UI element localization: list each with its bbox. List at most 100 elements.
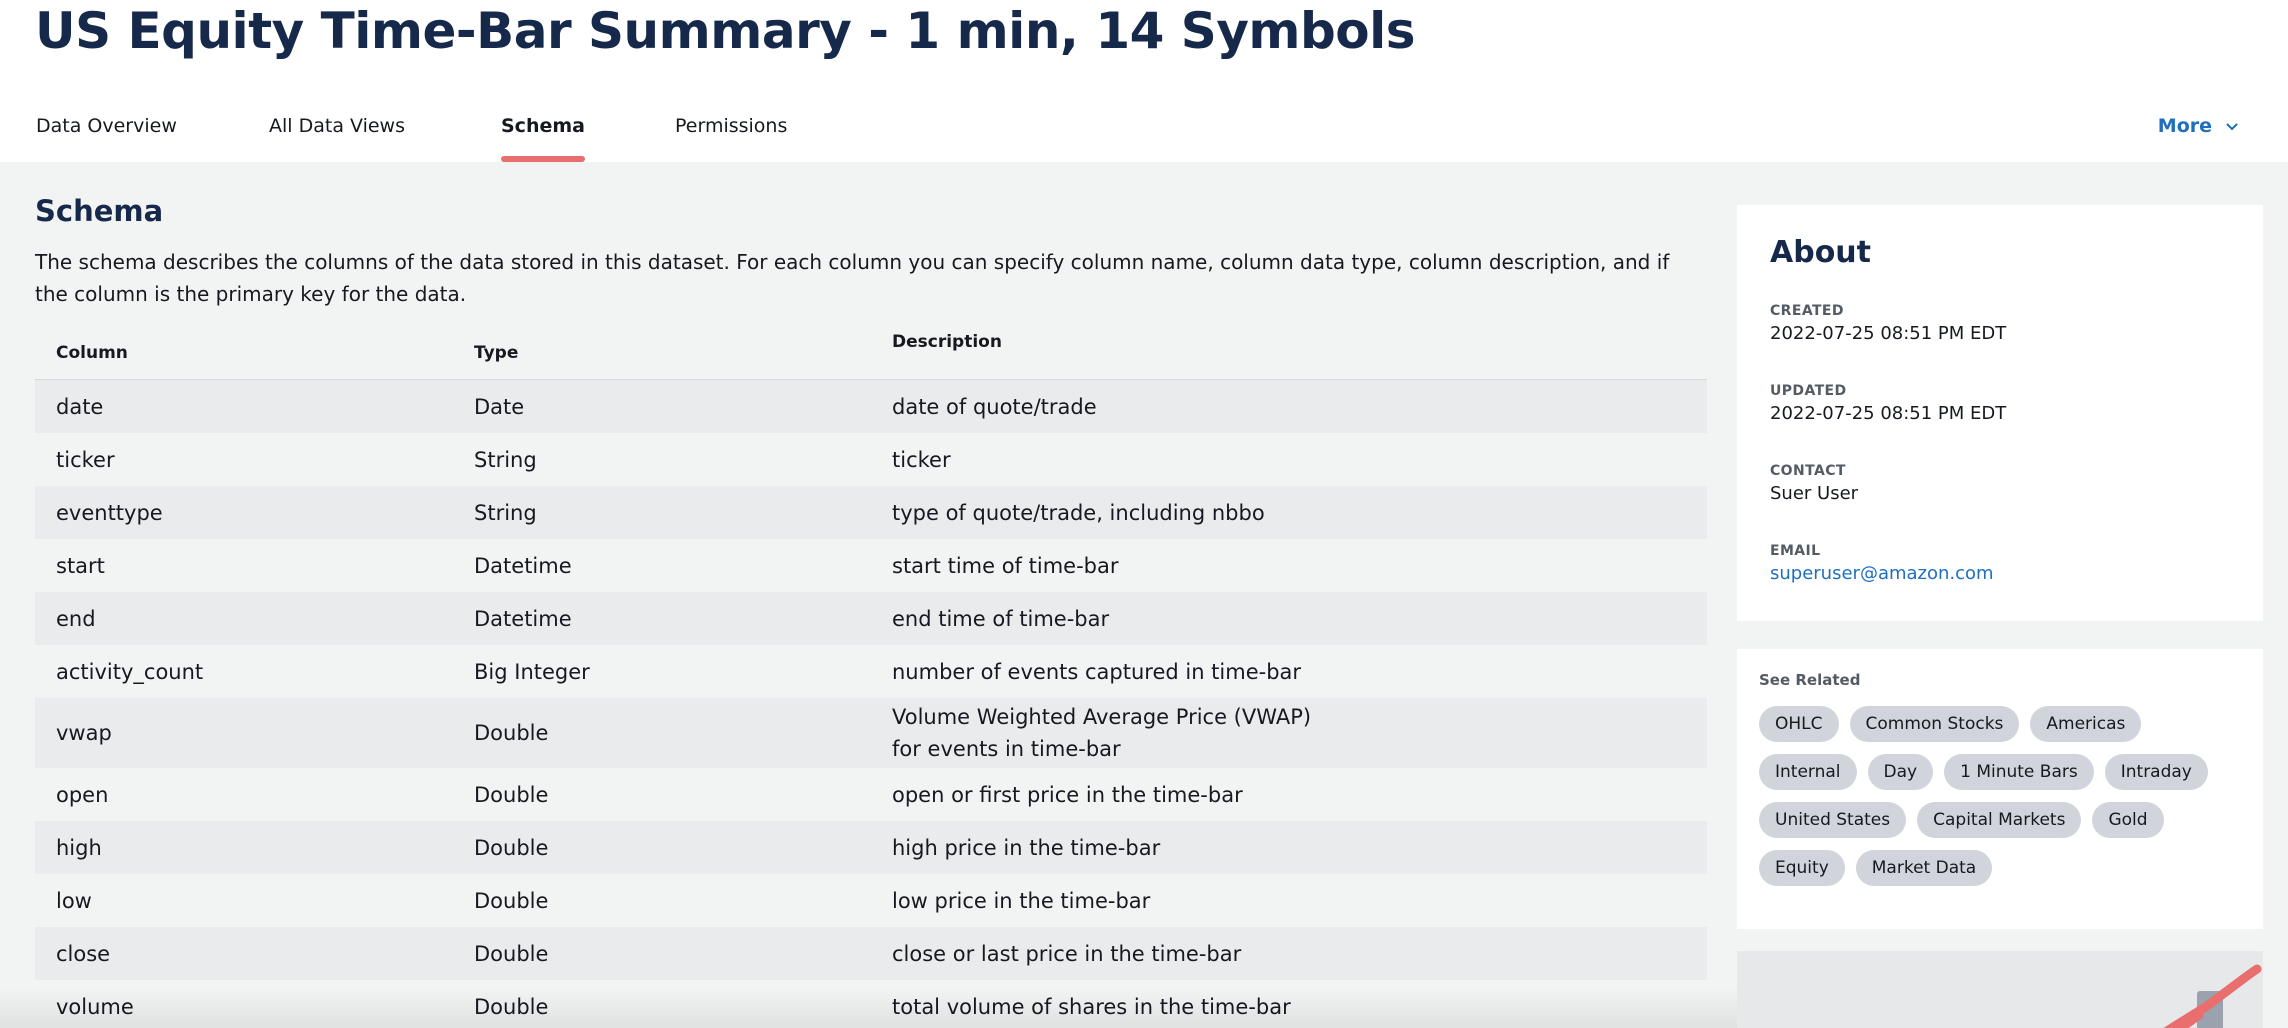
tab-label: Permissions [675, 115, 788, 137]
cell-column: open [56, 782, 109, 807]
cell-description: number of events captured in time-bar [892, 659, 1302, 684]
tab-permissions[interactable]: Permissions [675, 100, 787, 162]
created-label: CREATED [1770, 303, 1844, 319]
table-row: close Double close or last price in the … [35, 927, 1707, 980]
table-row: volume Double total volume of shares in … [35, 980, 1707, 1028]
cell-column: date [56, 394, 104, 419]
tag-chip[interactable]: Capital Markets [1917, 802, 2082, 838]
cell-description: start time of time-bar [892, 553, 1119, 578]
tag-chip[interactable]: Day [1867, 754, 1934, 790]
about-title: About [1770, 235, 1872, 270]
tag-chip[interactable]: OHLC [1759, 706, 1839, 742]
created-value: 2022-07-25 08:51 PM EDT [1770, 323, 2007, 344]
cell-column: ticker [56, 447, 115, 472]
cell-type: Double [474, 888, 549, 913]
cell-type: Big Integer [474, 659, 590, 684]
schema-table: Column Type Description date Date date o… [35, 326, 1707, 1028]
tab-all-data-views[interactable]: All Data Views [269, 100, 405, 162]
column-header-description: Description [892, 332, 1002, 352]
tab-label: Schema [501, 115, 585, 137]
page-title: US Equity Time-Bar Summary - 1 min, 14 S… [35, 2, 1416, 60]
cell-column: end [56, 606, 96, 631]
cell-description: total volume of shares in the time-bar [892, 994, 1291, 1019]
tab-data-overview[interactable]: Data Overview [36, 100, 177, 162]
tag-chip[interactable]: Internal [1759, 754, 1857, 790]
cell-type: Datetime [474, 553, 572, 578]
cell-description: type of quote/trade, including nbbo [892, 500, 1265, 525]
updated-value: 2022-07-25 08:51 PM EDT [1770, 403, 2007, 424]
table-row: end Datetime end time of time-bar [35, 592, 1707, 645]
cell-column: low [56, 888, 92, 913]
see-related-panel: See Related OHLC Common Stocks Americas … [1737, 649, 2263, 929]
cell-type: Double [474, 835, 549, 860]
cell-type: Date [474, 394, 525, 419]
tag-chip[interactable]: Gold [2092, 802, 2164, 838]
tag-chip[interactable]: Common Stocks [1849, 706, 2020, 742]
table-row: date Date date of quote/trade [35, 380, 1707, 433]
about-panel: About CREATED 2022-07-25 08:51 PM EDT UP… [1737, 205, 2263, 621]
table-header: Column Type Description [35, 326, 1707, 380]
contact-field: CONTACT Suer User [1770, 463, 1858, 504]
table-row: low Double low price in the time-bar [35, 874, 1707, 927]
section-description: The schema describes the columns of the … [35, 250, 1670, 306]
table-row: start Datetime start time of time-bar [35, 539, 1707, 592]
updated-field: UPDATED 2022-07-25 08:51 PM EDT [1770, 383, 2006, 424]
cell-column: close [56, 941, 111, 966]
cell-type: Double [474, 941, 549, 966]
cell-type: Double [474, 782, 549, 807]
column-header-type: Type [474, 343, 519, 363]
tag-list: OHLC Common Stocks Americas Internal Day… [1759, 706, 2239, 886]
cell-type: Double [474, 721, 549, 745]
cell-description: Volume Weighted Average Price (VWAP) for… [892, 705, 1312, 761]
column-header-column: Column [56, 343, 128, 363]
email-label: EMAIL [1770, 543, 1821, 559]
tag-chip[interactable]: Market Data [1855, 850, 1993, 886]
section-title: Schema [35, 194, 164, 228]
chevron-down-icon [2226, 123, 2238, 131]
cell-type: String [474, 500, 537, 525]
promo-card [1737, 951, 2263, 1028]
cell-column: start [56, 553, 105, 578]
cell-column: high [56, 835, 102, 860]
created-field: CREATED 2022-07-25 08:51 PM EDT [1770, 303, 2006, 344]
email-link[interactable]: superuser@amazon.com [1770, 563, 1994, 584]
active-tab-indicator [501, 156, 585, 162]
table-row: open Double open or first price in the t… [35, 768, 1707, 821]
table-row: high Double high price in the time-bar [35, 821, 1707, 874]
table-row: eventtype String type of quote/trade, in… [35, 486, 1707, 539]
tag-chip[interactable]: Americas [2030, 706, 2142, 742]
email-field: EMAIL superuser@amazon.com [1770, 543, 1994, 584]
tab-label: All Data Views [269, 115, 405, 137]
cell-column: vwap [56, 721, 112, 745]
cell-description: date of quote/trade [892, 394, 1097, 419]
table-row: vwap Double Volume Weighted Average Pric… [35, 698, 1707, 768]
cell-description: close or last price in the time-bar [892, 941, 1242, 966]
contact-value: Suer User [1770, 483, 1859, 504]
tag-chip[interactable]: United States [1759, 802, 1907, 838]
tab-label: Data Overview [36, 115, 177, 137]
cell-type: Double [474, 994, 549, 1019]
table-row: ticker String ticker [35, 433, 1707, 486]
tab-schema[interactable]: Schema [501, 100, 585, 162]
more-label: More [2157, 115, 2212, 137]
cell-column: activity_count [56, 659, 204, 684]
tag-chip[interactable]: Intraday [2104, 754, 2208, 790]
updated-label: UPDATED [1770, 383, 1847, 399]
cell-column: eventtype [56, 500, 163, 525]
tag-chip[interactable]: Equity [1759, 850, 1845, 886]
cell-description: high price in the time-bar [892, 835, 1161, 860]
tab-bar: Data Overview All Data Views Schema Perm… [0, 100, 2288, 162]
cell-description: low price in the time-bar [892, 888, 1151, 913]
more-menu-button[interactable]: More [2158, 100, 2240, 152]
table-row: activity_count Big Integer number of eve… [35, 645, 1707, 698]
cell-description: ticker [892, 447, 951, 472]
cell-type: Datetime [474, 606, 572, 631]
page-header: US Equity Time-Bar Summary - 1 min, 14 S… [0, 0, 2288, 162]
tag-chip[interactable]: 1 Minute Bars [1944, 754, 2094, 790]
see-related-label: See Related [1759, 671, 1861, 689]
chart-illustration-icon [2163, 964, 2262, 1028]
contact-label: CONTACT [1770, 463, 1846, 479]
cell-description: end time of time-bar [892, 606, 1110, 631]
cell-type: String [474, 447, 537, 472]
cell-column: volume [56, 994, 134, 1019]
